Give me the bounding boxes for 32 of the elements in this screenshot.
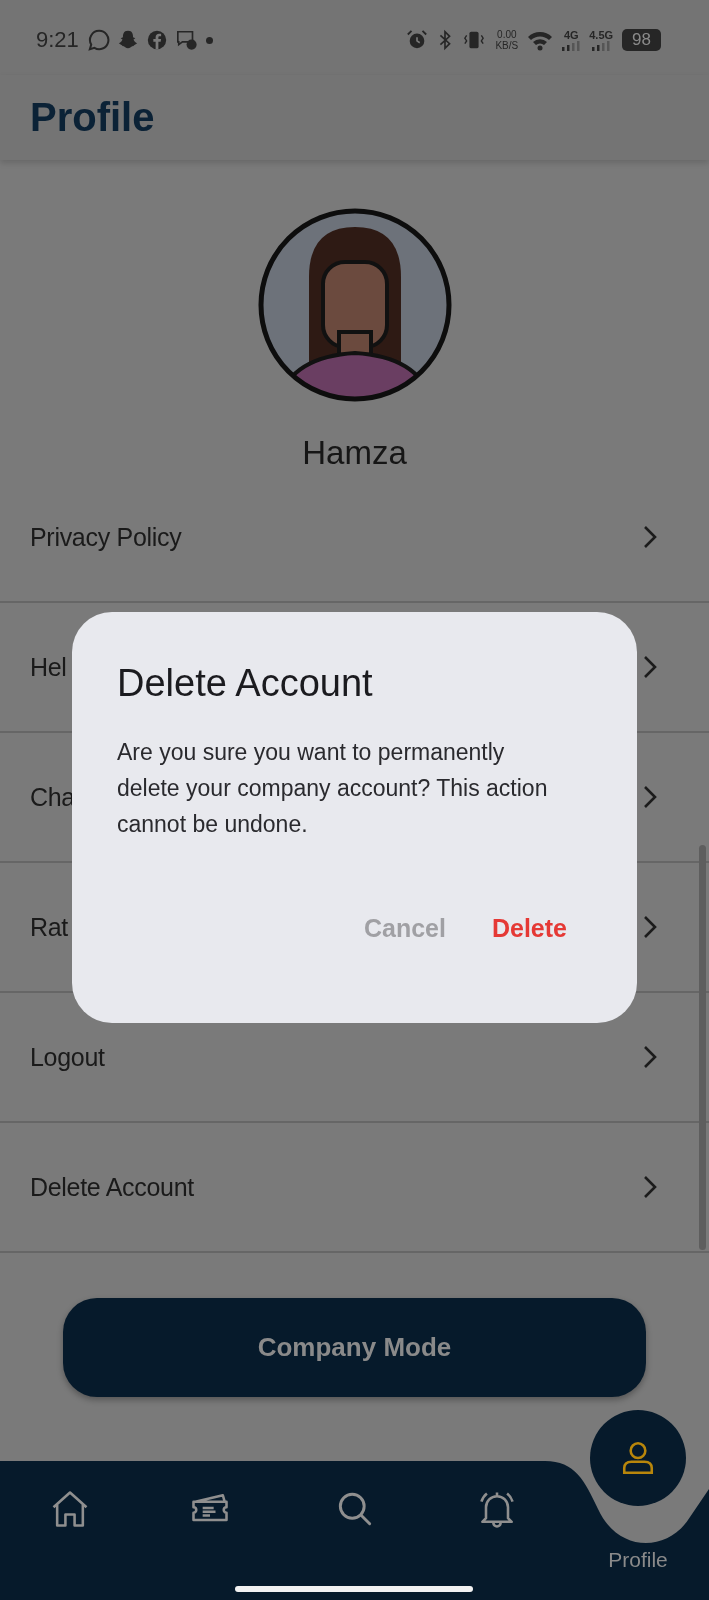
- cancel-button[interactable]: Cancel: [351, 906, 458, 951]
- network-type-label: 4G: [563, 29, 579, 41]
- clock-time: 9:21: [36, 27, 79, 53]
- social-app-icon: [145, 29, 168, 51]
- dialog-message: Are you sure you want to permanently delete your company account? This action cannot be undone.: [117, 738, 549, 839]
- chevron-right-icon: [643, 525, 657, 549]
- ghost-icon: [116, 29, 139, 51]
- network-type-label: 4.5G: [589, 29, 614, 41]
- company-mode-button[interactable]: Company Mode: [63, 1298, 646, 1397]
- vibrate-icon: [462, 29, 487, 51]
- chevron-right-icon: [643, 785, 657, 809]
- network-speed-unit: KB/S: [495, 40, 519, 51]
- alarm-icon: [406, 29, 429, 51]
- chevron-right-icon: [643, 1045, 657, 1069]
- delete-button[interactable]: Delete: [479, 906, 579, 951]
- dot-icon: [205, 36, 213, 44]
- chevron-right-icon: [643, 1175, 657, 1199]
- page-title: Profile: [30, 95, 155, 140]
- menu-item[interactable]: Privacy Policy: [0, 473, 709, 603]
- bluetooth-icon: [437, 29, 454, 51]
- tab-label: Profile: [607, 1548, 669, 1572]
- battery-level: 98: [622, 29, 661, 51]
- network-speed-value: 0.00: [497, 29, 517, 40]
- user-name: Hamza: [302, 433, 407, 473]
- chevron-right-icon: [643, 915, 657, 939]
- messages-icon: [174, 29, 199, 51]
- signal-icon: [562, 41, 581, 51]
- chevron-right-icon: [643, 655, 657, 679]
- chat-app-icon: [87, 29, 110, 51]
- dialog-title: Delete Account: [117, 661, 374, 706]
- signal-icon: [592, 41, 611, 51]
- wifi-icon: [527, 29, 554, 51]
